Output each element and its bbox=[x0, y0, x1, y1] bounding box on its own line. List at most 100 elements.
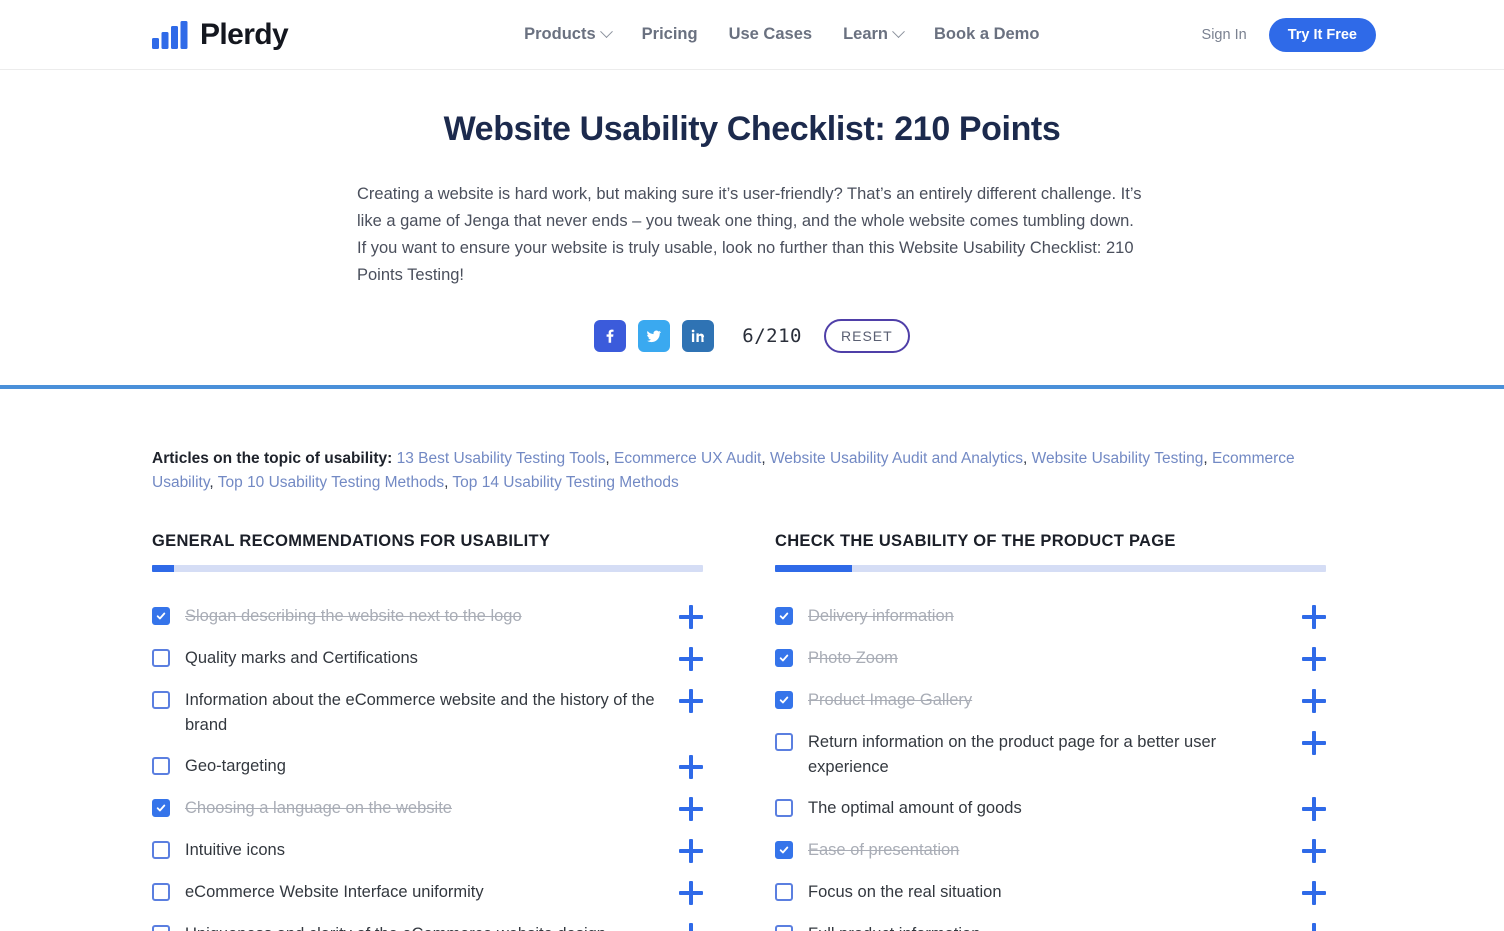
checklist-item-label[interactable]: Full product information bbox=[808, 922, 1302, 931]
checklist-columns: GENERAL RECOMMENDATIONS FOR USABILITY Sl… bbox=[0, 532, 1504, 931]
checkbox-unchecked[interactable] bbox=[775, 925, 793, 931]
expand-plus-icon[interactable] bbox=[679, 881, 703, 905]
checkbox-checked[interactable] bbox=[775, 649, 793, 667]
checklist-row: Delivery information bbox=[775, 596, 1326, 638]
checklist-item-label[interactable]: Uniqueness and clarity of the eCommerce … bbox=[185, 922, 679, 931]
checklist-item-label[interactable]: Delivery information bbox=[808, 604, 1302, 629]
checkbox-unchecked[interactable] bbox=[152, 649, 170, 667]
checklist-row: Information about the eCommerce website … bbox=[152, 680, 703, 746]
checklist-item-label[interactable]: Information about the eCommerce website … bbox=[185, 688, 679, 738]
facebook-icon bbox=[606, 329, 614, 343]
checklist-item-label[interactable]: eCommerce Website Interface uniformity bbox=[185, 880, 679, 905]
checklist-row: Ease of presentation bbox=[775, 830, 1326, 872]
checklist-item-label[interactable]: Quality marks and Certifications bbox=[185, 646, 679, 671]
checklist-row: Photo Zoom bbox=[775, 638, 1326, 680]
hero-description: Creating a website is hard work, but mak… bbox=[357, 185, 1142, 284]
checklist-row: Focus on the real situation bbox=[775, 872, 1326, 914]
expand-plus-icon[interactable] bbox=[1302, 923, 1326, 931]
expand-plus-icon[interactable] bbox=[1302, 605, 1326, 629]
column-progress-bar bbox=[152, 565, 703, 572]
checklist-row: Slogan describing the website next to th… bbox=[152, 596, 703, 638]
article-link[interactable]: Top 10 Usability Testing Methods bbox=[218, 474, 444, 491]
article-link[interactable]: Ecommerce UX Audit bbox=[614, 450, 761, 467]
expand-plus-icon[interactable] bbox=[1302, 839, 1326, 863]
checklist-row: The optimal amount of goods bbox=[775, 788, 1326, 830]
checkbox-checked[interactable] bbox=[775, 691, 793, 709]
expand-plus-icon[interactable] bbox=[1302, 797, 1326, 821]
nav-item-use-cases[interactable]: Use Cases bbox=[729, 25, 812, 44]
expand-plus-icon[interactable] bbox=[679, 923, 703, 931]
checklist-item-label[interactable]: Ease of presentation bbox=[808, 838, 1302, 863]
twitter-share-button[interactable] bbox=[638, 320, 671, 352]
checkbox-unchecked[interactable] bbox=[775, 733, 793, 751]
articles-links-section: Articles on the topic of usability: 13 B… bbox=[0, 389, 1504, 495]
checklist-row: Return information on the product page f… bbox=[775, 722, 1326, 788]
checklist-item-label[interactable]: Slogan describing the website next to th… bbox=[185, 604, 679, 629]
nav-label: Pricing bbox=[641, 25, 698, 43]
column-title: CHECK THE USABILITY OF THE PRODUCT PAGE bbox=[775, 532, 1176, 550]
checklist-item-label[interactable]: Geo-targeting bbox=[185, 754, 679, 779]
nav-item-book-a-demo[interactable]: Book a Demo bbox=[934, 25, 1039, 44]
expand-plus-icon[interactable] bbox=[679, 605, 703, 629]
checklist-item-label[interactable]: Choosing a language on the website bbox=[185, 796, 679, 821]
expand-plus-icon[interactable] bbox=[1302, 689, 1326, 713]
expand-plus-icon[interactable] bbox=[679, 839, 703, 863]
nav-label: Book a Demo bbox=[934, 25, 1040, 43]
checkbox-unchecked[interactable] bbox=[152, 841, 170, 859]
article-link[interactable]: Top 14 Usability Testing Methods bbox=[452, 474, 678, 491]
article-link[interactable]: Website Usability Audit and Analytics bbox=[770, 450, 1023, 467]
checklist-item-label[interactable]: Product Image Gallery bbox=[808, 688, 1302, 713]
nav-item-products[interactable]: Products bbox=[524, 25, 613, 44]
articles-label: Articles on the topic of usability: bbox=[152, 450, 393, 467]
expand-plus-icon[interactable] bbox=[679, 647, 703, 671]
chevron-down-icon bbox=[599, 25, 613, 39]
checkbox-checked[interactable] bbox=[775, 607, 793, 625]
checklist-item-label[interactable]: Focus on the real situation bbox=[808, 880, 1302, 905]
checkbox-unchecked[interactable] bbox=[152, 757, 170, 775]
linkedin-icon bbox=[692, 329, 705, 342]
expand-plus-icon[interactable] bbox=[1302, 647, 1326, 671]
nav-item-pricing[interactable]: Pricing bbox=[642, 25, 698, 44]
expand-plus-icon[interactable] bbox=[679, 689, 703, 713]
reset-button[interactable]: RESET bbox=[824, 319, 910, 353]
checklist-item-label[interactable]: The optimal amount of goods bbox=[808, 796, 1302, 821]
expand-plus-icon[interactable] bbox=[679, 797, 703, 821]
nav-item-learn[interactable]: Learn bbox=[843, 25, 905, 44]
linkedin-share-button[interactable] bbox=[682, 320, 715, 352]
nav-label: Products bbox=[524, 25, 596, 43]
facebook-share-button[interactable] bbox=[594, 320, 627, 352]
checkbox-checked[interactable] bbox=[152, 799, 170, 817]
checkbox-unchecked[interactable] bbox=[775, 883, 793, 901]
checklist-row: Choosing a language on the website bbox=[152, 788, 703, 830]
checklist-item-label[interactable]: Intuitive icons bbox=[185, 838, 679, 863]
column-progress-fill bbox=[152, 565, 175, 572]
checkbox-checked[interactable] bbox=[775, 841, 793, 859]
article-link[interactable]: Website Usability Testing bbox=[1032, 450, 1204, 467]
article-link[interactable]: 13 Best Usability Testing Tools bbox=[397, 450, 606, 467]
hero-actions: 6/210 RESET bbox=[0, 319, 1504, 353]
brand-logo[interactable]: Plerdy bbox=[152, 17, 318, 51]
site-header: Plerdy Products Pricing Use Cases Learn … bbox=[0, 0, 1504, 70]
expand-plus-icon[interactable] bbox=[679, 755, 703, 779]
checklist-item-label[interactable]: Return information on the product page f… bbox=[808, 730, 1302, 780]
chevron-down-icon bbox=[892, 25, 905, 39]
expand-plus-icon[interactable] bbox=[1302, 881, 1326, 905]
page-title: Website Usability Checklist: 210 Points bbox=[443, 110, 1061, 148]
checkbox-unchecked[interactable] bbox=[775, 799, 793, 817]
ukraine-flag-icon bbox=[298, 22, 318, 36]
column-progress-bar bbox=[775, 565, 1326, 572]
brand-name: Plerdy bbox=[200, 17, 289, 51]
sign-in-link[interactable]: Sign In bbox=[1202, 27, 1247, 43]
try-it-free-button[interactable]: Try It Free bbox=[1268, 17, 1376, 52]
progress-counter: 6/210 bbox=[742, 325, 802, 347]
checkbox-unchecked[interactable] bbox=[152, 925, 170, 931]
nav-label: Learn bbox=[843, 25, 888, 43]
checklist-row: eCommerce Website Interface uniformity bbox=[152, 872, 703, 914]
checklist-row: Product Image Gallery bbox=[775, 680, 1326, 722]
checkbox-unchecked[interactable] bbox=[152, 691, 170, 709]
checklist-item-label[interactable]: Photo Zoom bbox=[808, 646, 1302, 671]
checkbox-checked[interactable] bbox=[152, 607, 170, 625]
expand-plus-icon[interactable] bbox=[1302, 731, 1326, 755]
checkbox-unchecked[interactable] bbox=[152, 883, 170, 901]
checklist-row: Intuitive icons bbox=[152, 830, 703, 872]
